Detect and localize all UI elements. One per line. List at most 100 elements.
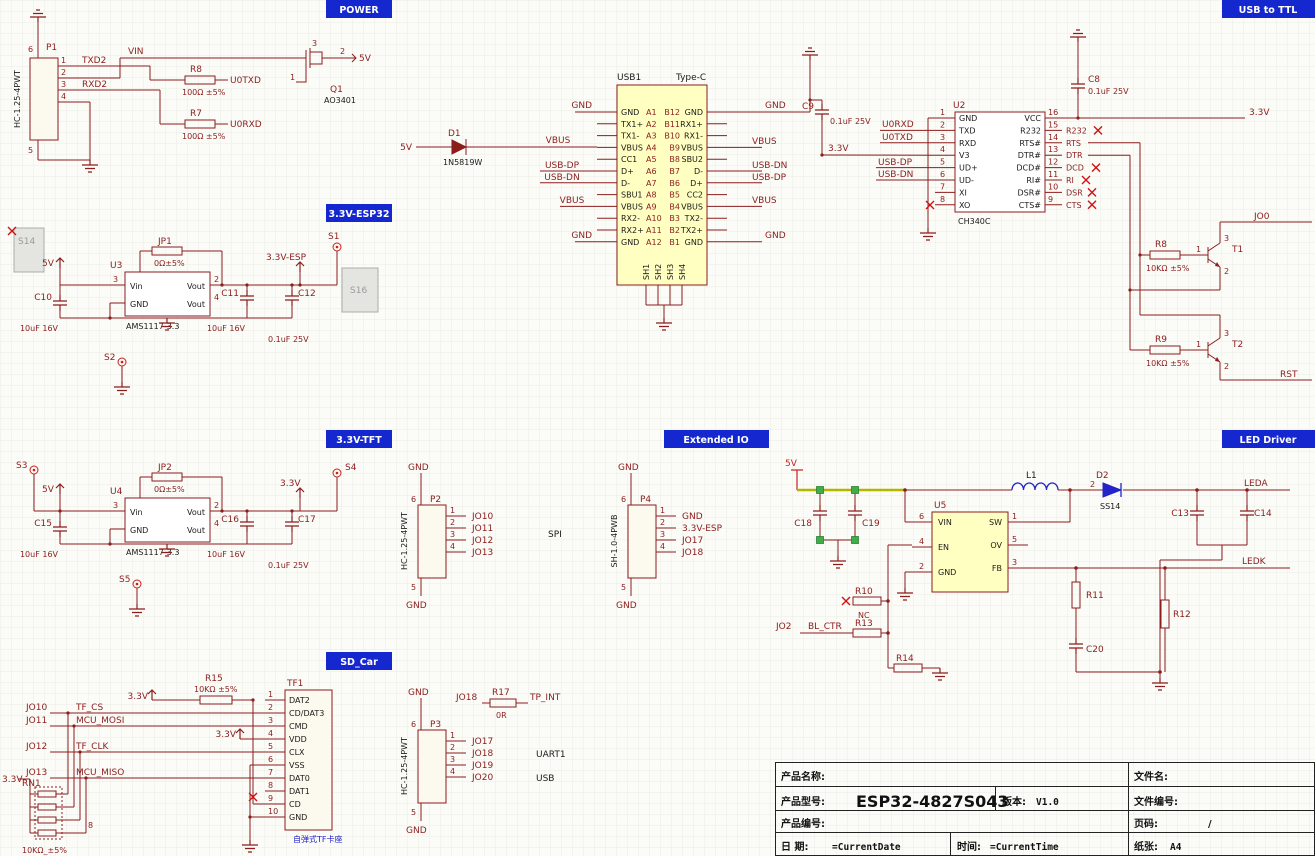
svg-text:DTR: DTR (1066, 151, 1083, 160)
svg-text:5V: 5V (42, 485, 55, 495)
net-label-jo10[interactable]: JO10 (25, 703, 47, 713)
svg-text:2: 2 (940, 120, 945, 129)
svg-text:B2: B2 (669, 226, 680, 235)
svg-text:10: 10 (268, 807, 278, 816)
net-label-jo0[interactable]: JO0 (1253, 212, 1270, 222)
svg-text:10uF 16V: 10uF 16V (20, 550, 59, 559)
svg-text:JO20: JO20 (471, 773, 493, 783)
tab-extended-io[interactable]: Extended IO (664, 430, 769, 448)
net-label-tp-int[interactable]: TP_INT (529, 693, 561, 703)
date-label: 日 期: (781, 840, 808, 853)
svg-text:5V: 5V (359, 54, 372, 64)
power-flag-3v3[interactable]: 3.3V (1249, 108, 1270, 118)
tab-sd-car[interactable]: SD_Car (326, 652, 392, 670)
net-label-gnd-r[interactable]: GND (765, 101, 786, 111)
svg-text:JO17: JO17 (681, 536, 703, 546)
net-label-vbus2-r[interactable]: VBUS (752, 196, 777, 206)
svg-text:2: 2 (450, 743, 455, 752)
schematic-canvas[interactable]: POWER 3.3V-ESP32 3.3V-TFT SD_Car Extende… (0, 0, 1315, 856)
p4-pin6-number: 6 (621, 495, 626, 504)
svg-text:R10: R10 (855, 587, 873, 597)
net-label-usb-dp[interactable]: USB-DP (545, 161, 580, 171)
net-label-jo13[interactable]: JO13 (25, 768, 47, 778)
tab-3v3-tft[interactable]: 3.3V-TFT (326, 430, 392, 448)
net-label-vin[interactable]: VIN (128, 47, 144, 57)
net-label-mcu-mosi[interactable]: MCU_MOSI (76, 716, 124, 726)
net-label-gnd-p2-bot[interactable]: GND (406, 601, 427, 611)
svg-text:A7: A7 (646, 179, 657, 188)
net-label-vbus[interactable]: VBUS (546, 136, 571, 146)
net-label-gnd-p3-top[interactable]: GND (408, 688, 429, 698)
svg-text:5: 5 (268, 742, 273, 751)
net-label-gnd2-r[interactable]: GND (765, 231, 786, 241)
svg-text:C20: C20 (1086, 645, 1104, 655)
svg-text:A11: A11 (646, 226, 662, 235)
net-label-ledk[interactable]: LEDK (1242, 557, 1267, 567)
net-label-leda[interactable]: LEDA (1244, 479, 1268, 489)
net-label-u0rxd[interactable]: U0RXD (882, 120, 914, 130)
svg-text:3: 3 (1012, 558, 1017, 567)
net-label-usb-dn-r[interactable]: USB-DN (752, 161, 787, 171)
net-label-gnd-p2-top[interactable]: GND (408, 463, 429, 473)
net-label-gnd-p4-bot[interactable]: GND (616, 601, 637, 611)
net-label-usb-dn[interactable]: USB-DN (878, 170, 913, 180)
net-label-rxd2[interactable]: RXD2 (82, 80, 107, 90)
svg-text:T1: T1 (1231, 245, 1243, 255)
svg-text:R11: R11 (1086, 591, 1104, 601)
svg-text:0.1uF 25V: 0.1uF 25V (268, 561, 309, 570)
power-flag-3v3[interactable]: 3.3V (828, 144, 849, 154)
tab-led-driver[interactable]: LED Driver (1222, 430, 1315, 448)
net-label-gnd2[interactable]: GND (571, 231, 592, 241)
net-label-jo2[interactable]: JO2 (775, 622, 791, 632)
net-label-tf-cs[interactable]: TF_CS (75, 703, 103, 713)
net-label-jo12[interactable]: JO12 (25, 742, 47, 752)
net-label-gnd-p3-bot[interactable]: GND (406, 826, 427, 836)
net-label-gnd-p4-top[interactable]: GND (618, 463, 639, 473)
svg-text:8: 8 (940, 195, 945, 204)
svg-text:RI#: RI# (1026, 176, 1041, 185)
svg-text:CC2: CC2 (687, 191, 703, 200)
net-label-u0rxd[interactable]: U0RXD (230, 120, 262, 130)
net-label-jo18[interactable]: JO18 (455, 693, 477, 703)
svg-text:A5: A5 (646, 155, 657, 164)
net-label-rst[interactable]: RST (1280, 370, 1298, 380)
net-label-tf-clk[interactable]: TF_CLK (75, 742, 109, 752)
u2-part-number: CH340C (958, 217, 991, 226)
net-label-u0txd[interactable]: U0TXD (882, 133, 913, 143)
net-label-gnd[interactable]: GND (571, 101, 592, 111)
svg-text:15: 15 (1048, 120, 1058, 129)
net-label-bl-ctr[interactable]: BL_CTR (808, 622, 842, 632)
svg-text:2: 2 (1090, 480, 1095, 489)
net-label-usb-dn[interactable]: USB-DN (544, 173, 579, 183)
power-flag-3v3-rn1[interactable]: 3.3V (2, 775, 23, 785)
p4-pin5-number: 5 (621, 583, 626, 592)
power-flag-3v3-vdd[interactable]: 3.3V (216, 729, 244, 740)
connector-usb1[interactable]: USB1 Type-C GND A1 TX1+ A2 TX1- A3 VBUS … (597, 73, 727, 305)
net-label-vbus-r[interactable]: VBUS (752, 137, 777, 147)
net-label-usb-dp-r[interactable]: USB-DP (752, 173, 787, 183)
net-label-u0txd[interactable]: U0TXD (230, 76, 261, 86)
schematic-sheet[interactable]: POWER 3.3V-ESP32 3.3V-TFT SD_Car Extende… (0, 0, 1315, 856)
ghost-part-s16[interactable]: S16 (342, 268, 378, 312)
svg-text:4: 4 (450, 767, 455, 776)
svg-text:C11: C11 (221, 289, 239, 299)
net-label-vbus2[interactable]: VBUS (560, 196, 585, 206)
svg-text:5V: 5V (42, 259, 55, 269)
svg-text:SD_Car: SD_Car (340, 657, 378, 668)
net-label-txd2[interactable]: TXD2 (81, 56, 106, 66)
tab-usb-to-ttl[interactable]: USB to TTL (1222, 0, 1315, 18)
net-label-usb-dp[interactable]: USB-DP (878, 158, 913, 168)
net-label-jo11[interactable]: JO11 (25, 716, 47, 726)
svg-text:8: 8 (268, 781, 273, 790)
svg-text:SS14: SS14 (1100, 502, 1120, 511)
net-label-mcu-miso[interactable]: MCU_MISO (76, 768, 124, 778)
svg-text:GND: GND (621, 108, 639, 117)
svg-text:3: 3 (940, 133, 945, 142)
label-usb: USB (536, 774, 554, 784)
svg-text:2: 2 (214, 501, 219, 510)
svg-text:L1: L1 (1026, 471, 1037, 481)
tab-3v3-esp32[interactable]: 3.3V-ESP32 (326, 204, 392, 222)
svg-text:4: 4 (268, 729, 273, 738)
tab-power[interactable]: POWER (326, 0, 392, 18)
power-flag-5v[interactable]: 5V (400, 143, 413, 153)
